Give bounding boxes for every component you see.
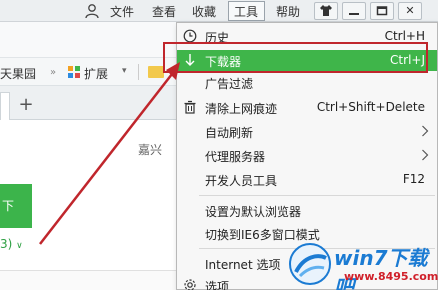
watermark-logo-icon: [289, 243, 331, 285]
watermark-url: www.8495.com: [344, 270, 438, 283]
watermark: win7下载吧 www.8495.com: [286, 236, 438, 290]
